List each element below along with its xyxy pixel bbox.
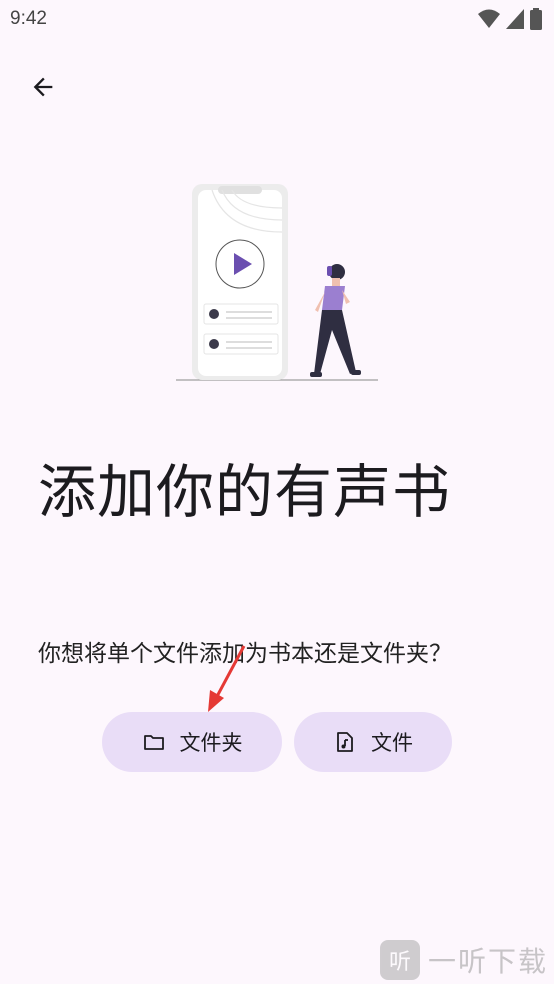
annotation-arrow — [208, 645, 246, 712]
audio-file-icon — [337, 732, 353, 752]
folder-icon — [143, 735, 164, 750]
battery-icon — [530, 8, 542, 30]
add-file-label: 文件 — [371, 731, 413, 755]
add-folder-label: 文件夹 — [179, 731, 243, 755]
add-file-button[interactable]: 文件 — [294, 712, 452, 772]
status-bar: 9:42 — [0, 0, 554, 38]
wifi-icon — [478, 9, 500, 28]
add-folder-button[interactable]: 文件夹 — [102, 712, 282, 772]
watermark-text: 一听下载 — [427, 945, 548, 978]
status-icons — [478, 8, 542, 30]
status-time: 9:42 — [10, 8, 47, 29]
watermark: 听 一听下载 — [379, 940, 548, 980]
page-title: 添加你的有声书 — [38, 458, 452, 526]
arrow-back-icon — [33, 77, 53, 97]
back-button[interactable] — [20, 64, 66, 110]
signal-icon — [506, 9, 524, 29]
audiobook-illustration — [176, 184, 378, 381]
watermark-logo: 听 — [379, 940, 420, 980]
